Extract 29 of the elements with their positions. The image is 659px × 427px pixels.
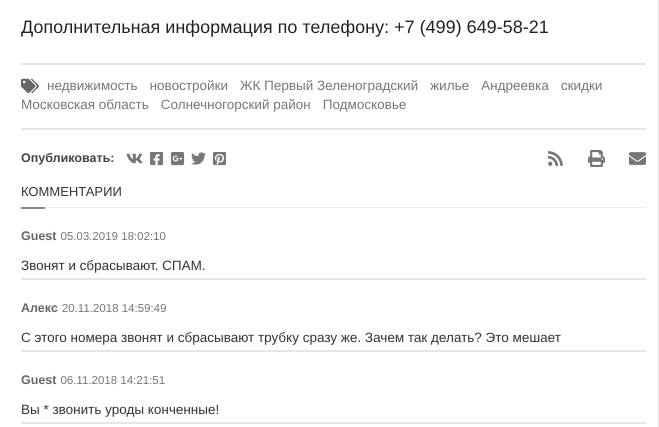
tag-link[interactable]: Солнечногорский район (160, 96, 311, 114)
comment-date: 06.11.2018 14:21:51 (60, 375, 166, 387)
pinterest-icon[interactable] (212, 150, 228, 166)
share-label: Опубликовать: (21, 151, 114, 165)
print-icon[interactable] (588, 150, 605, 166)
rss-icon[interactable] (547, 150, 564, 166)
comment-text: Звонят и сбрасывают. СПАМ. (21, 257, 207, 275)
tags-icon (21, 77, 39, 95)
comment-text: Вы * звонить уроды конченные! (21, 401, 220, 419)
comment-author: Guest (21, 229, 56, 243)
tag-link[interactable]: Московская область (21, 96, 149, 114)
tag-link[interactable]: недвижимость (47, 77, 138, 95)
email-icon[interactable] (629, 150, 646, 166)
comment-author: Guest (21, 373, 56, 387)
tag-link[interactable]: скидки (560, 77, 602, 95)
phone-info: Дополнительная информация по телефону: +7 (499) 649-58-21 (21, 16, 550, 39)
tag-link[interactable]: Андреевка (481, 77, 549, 95)
tag-link[interactable]: ЖК Первый Зеленоградский (240, 77, 418, 95)
comment-date: 20.11.2018 14:59:49 (62, 303, 166, 315)
comment-text: С этого номера звонят и сбрасывают трубку сразу же. Зачем так делать? Это мешает (21, 329, 562, 347)
comment-author: Алекс (21, 301, 58, 315)
tag-link[interactable]: новостройки (150, 77, 228, 95)
tag-link[interactable]: жилье (430, 77, 470, 95)
tag-link[interactable]: Подмосковье (322, 96, 406, 114)
twitter-icon[interactable] (191, 150, 206, 166)
comments-heading: КОММЕНТАРИИ (21, 184, 123, 201)
facebook-icon[interactable] (149, 150, 164, 166)
google-plus-icon[interactable] (170, 150, 186, 166)
comment-date: 05.03.2019 18:02:10 (60, 231, 166, 243)
